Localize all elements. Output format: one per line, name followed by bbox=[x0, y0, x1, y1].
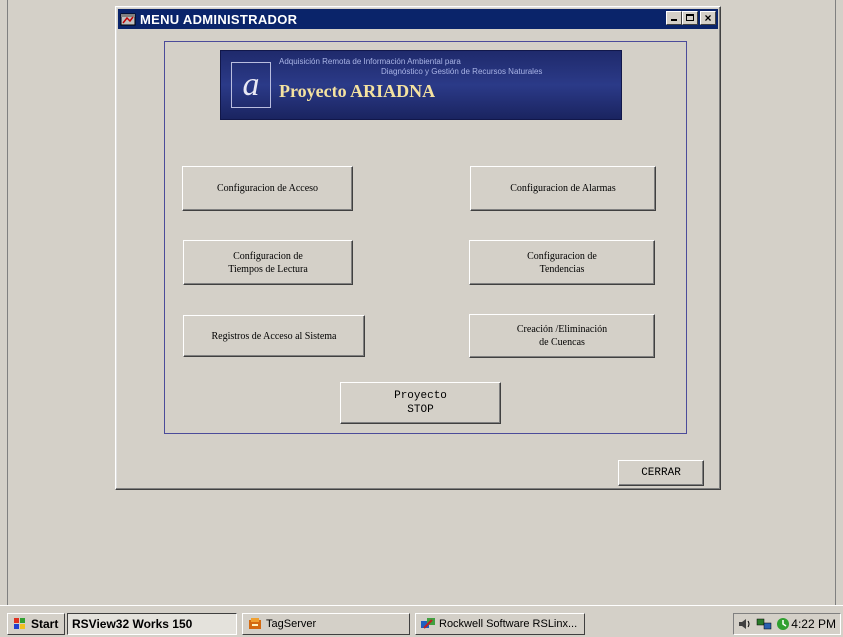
start-label: Start bbox=[31, 617, 59, 631]
banner-subtitle-line2: Diagnóstico y Gestión de Recursos Natura… bbox=[381, 67, 543, 76]
config-tiempos-label: Configuracion de Tiempos de Lectura bbox=[228, 250, 308, 275]
window-controls: × bbox=[666, 11, 716, 25]
config-acceso-label: Configuracion de Acceso bbox=[216, 183, 319, 194]
config-acceso-button[interactable]: Configuracion de Acceso bbox=[182, 166, 353, 211]
scheduler-icon[interactable] bbox=[775, 616, 791, 632]
taskbar-item-rsview32[interactable]: RSView32 Works 150 bbox=[67, 613, 237, 635]
config-alarmas-label: Configuracion de Alarmas bbox=[510, 183, 616, 194]
config-tendencias-button[interactable]: Configuracion de Tendencias bbox=[469, 240, 655, 285]
desktop-edge-right bbox=[835, 0, 836, 605]
close-icon: × bbox=[704, 11, 712, 25]
cerrar-label: CERRAR bbox=[641, 467, 681, 479]
app-window-icon bbox=[120, 13, 136, 26]
banner-subtitle-line1: Adquisición Remota de Información Ambien… bbox=[279, 57, 461, 66]
minimize-icon bbox=[671, 19, 677, 21]
taskbar-item-tagserver[interactable]: TagServer bbox=[242, 613, 410, 635]
desktop-edge-left bbox=[7, 0, 8, 605]
config-tiempos-button[interactable]: Configuracion de Tiempos de Lectura bbox=[183, 240, 353, 285]
tagserver-icon bbox=[249, 618, 261, 629]
start-button[interactable]: Start bbox=[7, 613, 65, 635]
config-alarmas-button[interactable]: Configuracion de Alarmas bbox=[470, 166, 656, 211]
ariadna-logo: a bbox=[231, 62, 271, 108]
cerrar-button[interactable]: CERRAR bbox=[618, 460, 704, 486]
maximize-icon bbox=[686, 14, 694, 21]
registros-acceso-label: Registros de Acceso al Sistema bbox=[211, 330, 337, 342]
proyecto-stop-button[interactable]: Proyecto STOP bbox=[340, 382, 501, 424]
admin-menu-window: MENU ADMINISTRADOR × a Adquisición Remot… bbox=[115, 6, 721, 490]
taskbar-item-label: RSView32 Works 150 bbox=[72, 617, 193, 631]
project-banner: a Adquisición Remota de Información Ambi… bbox=[220, 50, 622, 120]
rslinx-icon bbox=[421, 618, 435, 629]
proyecto-stop-label: Proyecto STOP bbox=[394, 390, 447, 416]
maximize-button[interactable] bbox=[682, 11, 698, 25]
minimize-button[interactable] bbox=[666, 11, 682, 25]
taskbar-item-label: TagServer bbox=[266, 618, 317, 630]
system-tray: 4:22 PM bbox=[733, 613, 841, 635]
clock: 4:22 PM bbox=[791, 617, 836, 631]
title-bar[interactable]: MENU ADMINISTRADOR × bbox=[118, 9, 718, 29]
window-title: MENU ADMINISTRADOR bbox=[140, 11, 298, 27]
network-icon[interactable] bbox=[756, 616, 772, 632]
taskbar-item-rslinx[interactable]: Rockwell Software RSLinx... bbox=[415, 613, 585, 635]
taskbar: Start RSView32 Works 150 TagServer Rockw… bbox=[0, 605, 843, 637]
banner-title: Proyecto ARIADNA bbox=[279, 81, 436, 101]
windows-logo-icon bbox=[14, 618, 25, 629]
close-button[interactable]: × bbox=[700, 11, 716, 25]
config-tendencias-label: Configuracion de Tendencias bbox=[527, 250, 597, 275]
cuencas-button[interactable]: Creación /Eliminación de Cuencas bbox=[469, 314, 655, 358]
taskbar-item-label: Rockwell Software RSLinx... bbox=[439, 618, 578, 630]
cuencas-label: Creación /Eliminación de Cuencas bbox=[516, 324, 608, 348]
speaker-icon[interactable] bbox=[737, 616, 753, 632]
registros-acceso-button[interactable]: Registros de Acceso al Sistema bbox=[183, 315, 365, 357]
